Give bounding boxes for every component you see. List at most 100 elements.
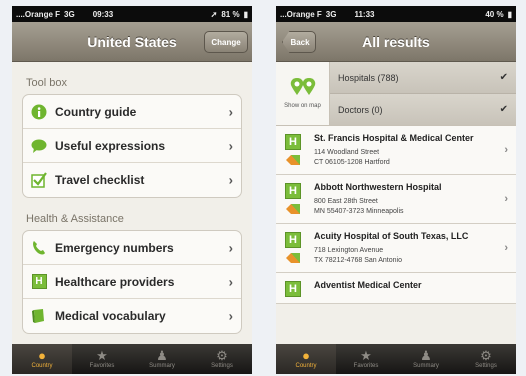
price-tag-icon [286, 204, 300, 214]
row-country-guide[interactable]: Country guide › [23, 95, 241, 129]
result-item[interactable]: H Abbott Northwestern Hospital 800 East … [276, 175, 516, 224]
status-bar: ....Orange F 3G 09:33 ➚ 81 % ▮ [12, 6, 252, 22]
row-label: Travel checklist [55, 173, 145, 187]
tab-favorites[interactable]: ★ Favorites [336, 344, 396, 374]
chevron-right-icon: › [228, 308, 233, 324]
tab-label: Summary [149, 363, 175, 369]
phone-handset-icon [31, 240, 47, 256]
row-label: Useful expressions [55, 138, 166, 153]
result-address-line2: CT 06105-1208 Hartford [314, 159, 390, 166]
battery-icon: ▮ [243, 9, 248, 19]
carrier-label: ...Orange F [280, 9, 322, 19]
chevron-right-icon: › [228, 104, 233, 119]
section-title-health-assistance: Health & Assistance [26, 213, 124, 225]
carrier-label: ....Orange F [16, 9, 61, 19]
result-item[interactable]: H St. Francis Hospital & Medical Center … [276, 126, 516, 175]
result-item[interactable]: H Adventist Medical Center [276, 273, 516, 304]
tab-label: Favorites [89, 363, 115, 369]
result-address-line2: MN 55407-3723 Minneapolis [314, 208, 404, 215]
tab-bar: ● Country ★ Favorites ♟ Summary ⚙ Settings [12, 344, 252, 374]
battery-icon: ▮ [507, 9, 512, 19]
row-travel-checklist[interactable]: Travel checklist › [23, 163, 241, 197]
chevron-right-icon: › [228, 274, 233, 289]
screenshot-stage: ....Orange F 3G 09:33 ➚ 81 % ▮ United St… [0, 0, 526, 376]
health-group: Emergency numbers › H Healthcare provide… [22, 230, 242, 334]
show-on-map-label: Show on map [284, 103, 321, 109]
phone-results-screen: ...Orange F 3G 11:33 40 % ▮ Back All res… [276, 6, 516, 374]
change-button[interactable]: Change [204, 31, 248, 53]
tab-settings[interactable]: ⚙ Settings [456, 344, 516, 374]
tab-summary[interactable]: ♟ Summary [396, 344, 456, 374]
filter-list: Hospitals (788) ✔ Doctors (0) ✔ [330, 62, 516, 125]
tab-label: Favorites [353, 363, 379, 369]
tab-country[interactable]: ● Country [12, 344, 72, 374]
row-medical-vocabulary[interactable]: Medical vocabulary › [23, 299, 241, 333]
result-address-line2: TX 78212-4768 San Antonio [314, 257, 402, 264]
map-pins-icon [290, 78, 315, 95]
filter-doctors[interactable]: Doctors (0) ✔ [330, 93, 516, 125]
location-arrow-icon: ➚ [210, 9, 218, 19]
row-emergency-numbers[interactable]: Emergency numbers › [23, 231, 241, 265]
network-label: 3G [64, 9, 75, 19]
chevron-right-icon: › [228, 172, 233, 188]
globe-icon: ● [38, 348, 46, 363]
time-label: 09:33 [92, 9, 114, 19]
person-icon: ♟ [156, 348, 168, 363]
result-name: Acuity Hospital of South Texas, LLC [314, 231, 469, 241]
battery-label: 40 % [485, 9, 504, 19]
row-label: Country guide [55, 104, 137, 119]
tab-label: Country [31, 363, 53, 369]
result-name: Adventist Medical Center [314, 280, 422, 290]
gear-icon: ⚙ [480, 348, 492, 363]
phone-country-screen: ....Orange F 3G 09:33 ➚ 81 % ▮ United St… [12, 6, 252, 374]
result-name: Abbott Northwestern Hospital [314, 182, 442, 192]
tab-label: Settings [475, 363, 497, 369]
chevron-right-icon: › [504, 242, 508, 254]
hospital-h-icon: H [285, 183, 301, 199]
hospital-h-icon: H [285, 281, 301, 297]
section-title-toolbox: Tool box [26, 77, 67, 89]
toolbox-group: Country guide › Useful expressions › Tra… [22, 94, 242, 198]
row-healthcare-providers[interactable]: H Healthcare providers › [23, 265, 241, 299]
tab-settings[interactable]: ⚙ Settings [192, 344, 252, 374]
battery-label: 81 % [221, 9, 240, 19]
row-label: Healthcare providers [55, 274, 175, 289]
result-name: St. Francis Hospital & Medical Center [314, 133, 474, 143]
person-icon: ♟ [420, 348, 432, 363]
status-bar: ...Orange F 3G 11:33 40 % ▮ [276, 6, 516, 22]
row-useful-expressions[interactable]: Useful expressions › [23, 129, 241, 163]
star-icon: ★ [360, 348, 372, 363]
filter-label: Hospitals (788) [338, 72, 399, 83]
show-on-map-button[interactable]: Show on map [276, 62, 330, 125]
time-label: 11:33 [354, 9, 375, 19]
price-tag-icon [286, 253, 300, 263]
star-icon: ★ [96, 348, 108, 363]
filter-label: Doctors (0) [338, 104, 383, 115]
checkmark-icon: ✔ [499, 72, 508, 83]
network-label: 3G [325, 9, 337, 19]
chevron-right-icon: › [228, 138, 233, 153]
navigation-bar: Back All results [276, 22, 516, 62]
navigation-bar: United States Change [12, 22, 252, 62]
globe-icon: ● [302, 348, 310, 363]
info-icon [31, 104, 47, 120]
chevron-right-icon: › [228, 240, 233, 255]
result-address-line1: 718 Lexington Avenue [314, 247, 384, 254]
row-label: Medical vocabulary [55, 309, 166, 323]
hospital-h-icon: H [31, 274, 47, 290]
result-address-line1: 114 Woodland Street [314, 149, 380, 156]
chevron-right-icon: › [504, 193, 508, 205]
tab-summary[interactable]: ♟ Summary [132, 344, 192, 374]
tab-label: Settings [211, 363, 233, 369]
tab-label: Summary [413, 363, 439, 369]
gear-icon: ⚙ [216, 348, 228, 363]
result-item[interactable]: H Acuity Hospital of South Texas, LLC 71… [276, 224, 516, 273]
tab-country[interactable]: ● Country [276, 344, 336, 374]
result-address-line1: 800 East 28th Street [314, 198, 378, 205]
tab-label: Country [295, 363, 317, 369]
speech-bubble-icon [31, 138, 47, 154]
hospital-h-icon: H [285, 232, 301, 248]
checkmark-icon: ✔ [499, 104, 508, 115]
tab-favorites[interactable]: ★ Favorites [72, 344, 132, 374]
filter-hospitals[interactable]: Hospitals (788) ✔ [330, 62, 516, 93]
